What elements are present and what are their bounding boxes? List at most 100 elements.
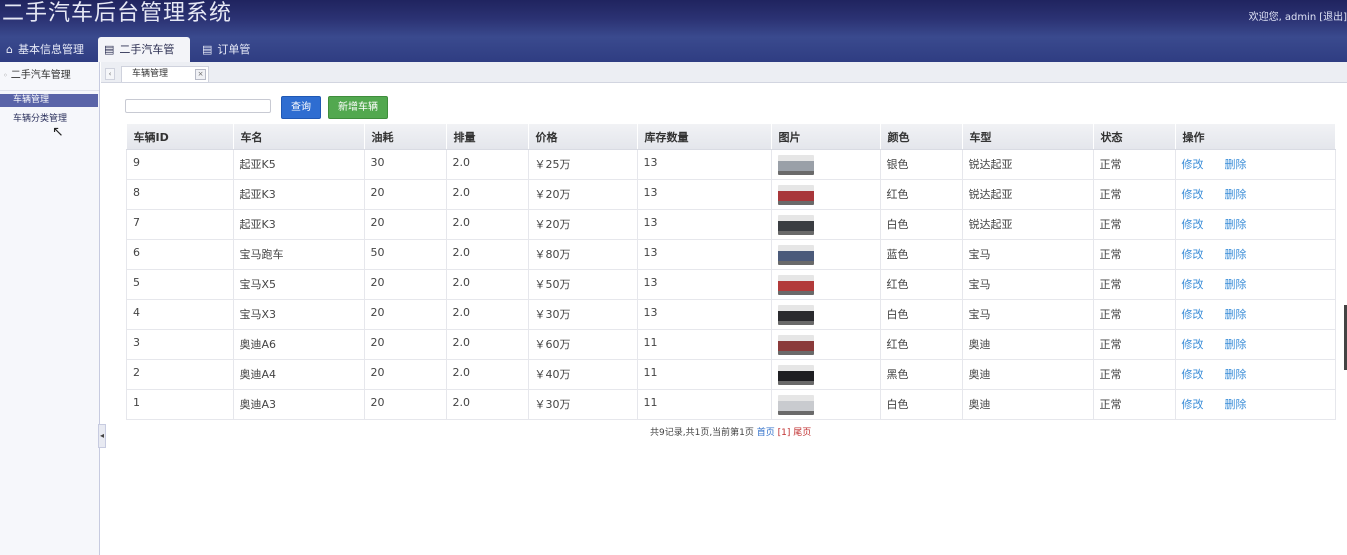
edit-link[interactable]: 修改 [1182, 338, 1204, 351]
app-title: 二手汽车后台管理系统 [2, 1, 233, 26]
edit-link[interactable]: 修改 [1182, 278, 1204, 291]
edit-link[interactable]: 修改 [1182, 248, 1204, 261]
topnav-item-orders[interactable]: ▤订单管理 [196, 37, 266, 62]
logout-link[interactable]: [退出] [1319, 12, 1347, 23]
tab-scroll-left-icon[interactable]: ‹ [105, 68, 115, 80]
cell-stock: 11 [637, 389, 772, 420]
edit-link[interactable]: 修改 [1182, 218, 1204, 231]
cell-status: 正常 [1093, 239, 1176, 270]
cell-fuel: 20 [364, 179, 447, 210]
cell-type: 锐达起亚 [962, 179, 1094, 210]
delete-link[interactable]: 删除 [1225, 398, 1247, 411]
car-thumbnail [777, 335, 814, 355]
app-header: 二手汽车后台管理系统 欢迎您,admin[退出] ⌂ 基本信息管理 ▤ 二手汽车管理… [0, 0, 1347, 62]
top-nav: ⌂ 基本信息管理 ▤ 二手汽车管理 ▤订单管理 [0, 37, 1347, 62]
delete-link[interactable]: 删除 [1225, 158, 1247, 171]
tab-label: 车辆管理 [132, 69, 169, 79]
edit-link[interactable]: 修改 [1182, 398, 1204, 411]
cell-stock: 13 [637, 239, 772, 270]
cell-image [771, 209, 881, 240]
cell-actions: 修改 删除 [1175, 239, 1336, 270]
car-table-body: 9 起亚K5 30 2.0 ￥25万 13 银色 锐达起亚 正常 修改 删除 8 起亚K3 20 2.0 ￥2… [126, 149, 1336, 420]
cell-image [771, 329, 881, 360]
cell-actions: 修改 删除 [1175, 299, 1336, 330]
cell-price: ￥40万 [528, 359, 638, 390]
content-tab-strip: ‹ 车辆管理 × [101, 62, 1347, 83]
cell-fuel: 50 [364, 239, 447, 270]
table-row: 8 起亚K3 20 2.0 ￥20万 13 红色 锐达起亚 正常 修改 删除 [126, 179, 1336, 210]
delete-link[interactable]: 删除 [1225, 308, 1247, 321]
car-thumbnail [777, 215, 814, 235]
cell-color: 白色 [880, 209, 963, 240]
list-icon: ▤ [202, 43, 213, 56]
delete-link[interactable]: 删除 [1225, 368, 1247, 381]
cell-type: 奥迪 [962, 359, 1094, 390]
cell-id: 3 [126, 329, 234, 360]
delete-link[interactable]: 删除 [1225, 278, 1247, 291]
cell-actions: 修改 删除 [1175, 359, 1336, 390]
mouse-cursor-icon: ↖ [52, 124, 64, 140]
cell-color: 银色 [880, 149, 963, 180]
cell-id: 1 [126, 389, 234, 420]
edit-link[interactable]: 修改 [1182, 308, 1204, 321]
sidebar-header[interactable]: ◦ 二手汽车管理 [0, 62, 99, 91]
pager-last-link[interactable]: 尾页 [793, 428, 811, 438]
topnav-label: 基本信息管理 [17, 43, 84, 56]
cell-price: ￥50万 [528, 269, 638, 300]
delete-link[interactable]: 删除 [1225, 248, 1247, 261]
add-car-button[interactable]: 新增车辆 [328, 96, 388, 119]
pager-summary: 共9记录,共1页,当前第1页 [650, 428, 754, 438]
delete-link[interactable]: 删除 [1225, 338, 1247, 351]
table-header-row: 车辆ID 车名 油耗 排量 价格 库存数量 图片 颜色 车型 状态 操作 [126, 124, 1336, 150]
sidebar-item-car-management[interactable]: 车辆管理 [0, 94, 98, 107]
cell-type: 奥迪 [962, 329, 1094, 360]
cell-fuel: 30 [364, 149, 447, 180]
sidebar-collapse-button[interactable]: ◂ [98, 424, 106, 448]
pager-first-link[interactable]: 首页 [757, 428, 775, 438]
edit-link[interactable]: 修改 [1182, 188, 1204, 201]
topnav-item-car-management[interactable]: ▤ 二手汽车管理 [98, 37, 190, 62]
cell-color: 黑色 [880, 359, 963, 390]
close-icon[interactable]: × [195, 69, 206, 80]
cell-name: 宝马X5 [233, 269, 365, 300]
query-button[interactable]: 查询 [281, 96, 321, 119]
col-header: 图片 [771, 124, 881, 150]
delete-link[interactable]: 删除 [1225, 188, 1247, 201]
tab-car-management[interactable]: 车辆管理 × [121, 66, 209, 82]
cell-stock: 13 [637, 269, 772, 300]
car-table: 车辆ID 车名 油耗 排量 价格 库存数量 图片 颜色 车型 状态 操作 9 起亚… [126, 124, 1336, 420]
car-thumbnail [777, 185, 814, 205]
car-thumbnail [777, 275, 814, 295]
welcome-text: 欢迎您, admin [退出] [1249, 8, 1347, 23]
cell-name: 宝马X3 [233, 299, 365, 330]
car-thumbnail [777, 365, 814, 385]
current-user: admin [1284, 12, 1317, 23]
cell-price: ￥20万 [528, 209, 638, 240]
home-icon: ⌂ [6, 43, 13, 56]
cell-price: ￥30万 [528, 299, 638, 330]
cell-name: 起亚K5 [233, 149, 365, 180]
cell-color: 白色 [880, 299, 963, 330]
edit-link[interactable]: 修改 [1182, 158, 1204, 171]
cell-image [771, 239, 881, 270]
delete-link[interactable]: 删除 [1225, 218, 1247, 231]
cell-status: 正常 [1093, 269, 1176, 300]
col-header: 车型 [962, 124, 1094, 150]
pagination: 共9记录,共1页,当前第1页 首页 [1] 尾页 [650, 425, 811, 438]
col-header: 颜色 [880, 124, 963, 150]
pager-current-page[interactable]: [1] [778, 428, 791, 438]
topnav-item-basic-info[interactable]: ⌂ 基本信息管理 [0, 37, 92, 62]
cell-price: ￥30万 [528, 389, 638, 420]
cell-stock: 13 [637, 299, 772, 330]
cell-actions: 修改 删除 [1175, 269, 1336, 300]
cell-type: 宝马 [962, 299, 1094, 330]
sidebar-title: 二手汽车管理 [10, 70, 71, 81]
cell-fuel: 20 [364, 389, 447, 420]
cell-stock: 13 [637, 179, 772, 210]
edit-link[interactable]: 修改 [1182, 368, 1204, 381]
col-header: 价格 [528, 124, 638, 150]
search-input[interactable] [125, 99, 271, 113]
sidebar-item-car-category[interactable]: 车辆分类管理 [0, 113, 99, 126]
cell-image [771, 359, 881, 390]
cell-name: 奥迪A4 [233, 359, 365, 390]
